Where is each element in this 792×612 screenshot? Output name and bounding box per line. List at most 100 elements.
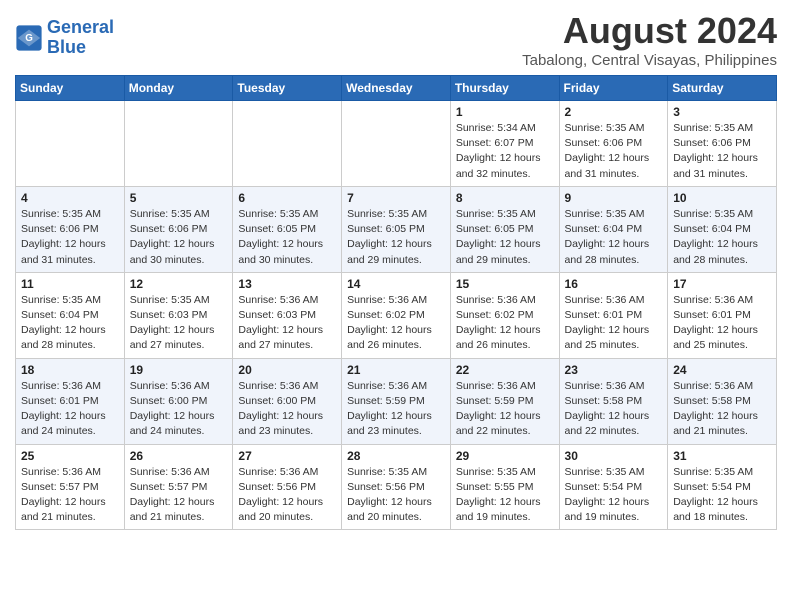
day-cell: 15 Sunrise: 5:36 AM Sunset: 6:02 PM Dayli… xyxy=(450,272,559,358)
location: Tabalong, Central Visayas, Philippines xyxy=(522,52,777,69)
day-cell: 30 Sunrise: 5:35 AM Sunset: 5:54 PM Dayli… xyxy=(559,444,668,530)
day-cell: 25 Sunrise: 5:36 AM Sunset: 5:57 PM Dayli… xyxy=(16,444,125,530)
logo-text: General Blue xyxy=(47,18,114,58)
logo-line2: Blue xyxy=(47,37,86,57)
day-info: Sunrise: 5:35 AM Sunset: 6:03 PM Dayligh… xyxy=(130,293,228,354)
day-cell: 18 Sunrise: 5:36 AM Sunset: 6:01 PM Dayli… xyxy=(16,358,125,444)
day-number: 8 xyxy=(456,191,554,205)
day-number: 18 xyxy=(21,363,119,377)
day-number: 28 xyxy=(347,449,445,463)
day-info: Sunrise: 5:36 AM Sunset: 5:58 PM Dayligh… xyxy=(673,379,771,440)
day-cell: 13 Sunrise: 5:36 AM Sunset: 6:03 PM Dayli… xyxy=(233,272,342,358)
day-info: Sunrise: 5:36 AM Sunset: 6:02 PM Dayligh… xyxy=(456,293,554,354)
day-info: Sunrise: 5:34 AM Sunset: 6:07 PM Dayligh… xyxy=(456,121,554,182)
day-cell: 19Sunrise: 5:36 AM Sunset: 6:00 PM Dayli… xyxy=(124,358,233,444)
logo-icon: G xyxy=(15,24,43,52)
day-info: Sunrise: 5:35 AM Sunset: 5:55 PM Dayligh… xyxy=(456,465,554,526)
week-row-4: 18 Sunrise: 5:36 AM Sunset: 6:01 PM Dayli… xyxy=(16,358,777,444)
day-number: 19 xyxy=(130,363,228,377)
day-cell: 12 Sunrise: 5:35 AM Sunset: 6:03 PM Dayli… xyxy=(124,272,233,358)
day-cell: 2Sunrise: 5:35 AM Sunset: 6:06 PM Daylig… xyxy=(559,101,668,187)
week-row-5: 25 Sunrise: 5:36 AM Sunset: 5:57 PM Dayli… xyxy=(16,444,777,530)
day-cell: 29 Sunrise: 5:35 AM Sunset: 5:55 PM Dayli… xyxy=(450,444,559,530)
header-day-monday: Monday xyxy=(124,76,233,101)
day-info: Sunrise: 5:35 AM Sunset: 6:04 PM Dayligh… xyxy=(21,293,119,354)
day-number: 14 xyxy=(347,277,445,291)
header-day-friday: Friday xyxy=(559,76,668,101)
page-header: G General Blue August 2024 Tabalong, Cen… xyxy=(15,10,777,69)
day-cell: 11Sunrise: 5:35 AM Sunset: 6:04 PM Dayli… xyxy=(16,272,125,358)
day-info: Sunrise: 5:35 AM Sunset: 6:06 PM Dayligh… xyxy=(565,121,663,182)
week-row-1: 1 Sunrise: 5:34 AM Sunset: 6:07 PM Daylig… xyxy=(16,101,777,187)
day-info: Sunrise: 5:35 AM Sunset: 6:06 PM Dayligh… xyxy=(673,121,771,182)
day-info: Sunrise: 5:36 AM Sunset: 6:01 PM Dayligh… xyxy=(565,293,663,354)
day-cell: 7Sunrise: 5:35 AM Sunset: 6:05 PM Daylig… xyxy=(342,186,451,272)
day-number: 21 xyxy=(347,363,445,377)
day-number: 5 xyxy=(130,191,228,205)
day-info: Sunrise: 5:36 AM Sunset: 6:03 PM Dayligh… xyxy=(238,293,336,354)
day-info: Sunrise: 5:36 AM Sunset: 5:59 PM Dayligh… xyxy=(347,379,445,440)
logo-line1: General xyxy=(47,17,114,37)
day-number: 26 xyxy=(130,449,228,463)
day-cell: 28 Sunrise: 5:35 AM Sunset: 5:56 PM Dayli… xyxy=(342,444,451,530)
day-cell: 3Sunrise: 5:35 AM Sunset: 6:06 PM Daylig… xyxy=(668,101,777,187)
logo: G General Blue xyxy=(15,18,114,58)
title-block: August 2024 Tabalong, Central Visayas, P… xyxy=(522,10,777,69)
day-number: 9 xyxy=(565,191,663,205)
day-info: Sunrise: 5:35 AM Sunset: 6:06 PM Dayligh… xyxy=(130,207,228,268)
day-cell: 5 Sunrise: 5:35 AM Sunset: 6:06 PM Daylig… xyxy=(124,186,233,272)
day-info: Sunrise: 5:36 AM Sunset: 5:59 PM Dayligh… xyxy=(456,379,554,440)
day-info: Sunrise: 5:36 AM Sunset: 6:01 PM Dayligh… xyxy=(21,379,119,440)
day-info: Sunrise: 5:35 AM Sunset: 5:56 PM Dayligh… xyxy=(347,465,445,526)
day-cell: 6Sunrise: 5:35 AM Sunset: 6:05 PM Daylig… xyxy=(233,186,342,272)
header-day-saturday: Saturday xyxy=(668,76,777,101)
day-number: 23 xyxy=(565,363,663,377)
day-number: 31 xyxy=(673,449,771,463)
day-number: 6 xyxy=(238,191,336,205)
day-cell: 27Sunrise: 5:36 AM Sunset: 5:56 PM Dayli… xyxy=(233,444,342,530)
day-cell: 17Sunrise: 5:36 AM Sunset: 6:01 PM Dayli… xyxy=(668,272,777,358)
day-cell xyxy=(124,101,233,187)
day-number: 30 xyxy=(565,449,663,463)
day-cell: 10 Sunrise: 5:35 AM Sunset: 6:04 PM Dayli… xyxy=(668,186,777,272)
day-number: 20 xyxy=(238,363,336,377)
day-cell: 14 Sunrise: 5:36 AM Sunset: 6:02 PM Dayli… xyxy=(342,272,451,358)
day-cell: 4Sunrise: 5:35 AM Sunset: 6:06 PM Daylig… xyxy=(16,186,125,272)
day-cell xyxy=(16,101,125,187)
day-info: Sunrise: 5:36 AM Sunset: 5:58 PM Dayligh… xyxy=(565,379,663,440)
day-info: Sunrise: 5:35 AM Sunset: 5:54 PM Dayligh… xyxy=(565,465,663,526)
day-info: Sunrise: 5:35 AM Sunset: 6:04 PM Dayligh… xyxy=(673,207,771,268)
day-cell: 24Sunrise: 5:36 AM Sunset: 5:58 PM Dayli… xyxy=(668,358,777,444)
day-number: 12 xyxy=(130,277,228,291)
day-info: Sunrise: 5:36 AM Sunset: 6:02 PM Dayligh… xyxy=(347,293,445,354)
week-row-2: 4 Sunrise: 5:35 AM Sunset: 6:06 PM Daylig… xyxy=(16,186,777,272)
day-cell xyxy=(342,101,451,187)
header-day-thursday: Thursday xyxy=(450,76,559,101)
day-number: 13 xyxy=(238,277,336,291)
day-number: 10 xyxy=(673,191,771,205)
day-number: 22 xyxy=(456,363,554,377)
svg-text:G: G xyxy=(25,33,33,44)
day-number: 27 xyxy=(238,449,336,463)
day-number: 15 xyxy=(456,277,554,291)
day-number: 25 xyxy=(21,449,119,463)
day-info: Sunrise: 5:35 AM Sunset: 6:04 PM Dayligh… xyxy=(565,207,663,268)
header-day-wednesday: Wednesday xyxy=(342,76,451,101)
day-cell: 20Sunrise: 5:36 AM Sunset: 6:00 PM Dayli… xyxy=(233,358,342,444)
calendar-body: 1 Sunrise: 5:34 AM Sunset: 6:07 PM Daylig… xyxy=(16,101,777,530)
day-cell: 21 Sunrise: 5:36 AM Sunset: 5:59 PM Dayli… xyxy=(342,358,451,444)
day-number: 1 xyxy=(456,105,554,119)
day-info: Sunrise: 5:36 AM Sunset: 5:57 PM Dayligh… xyxy=(130,465,228,526)
day-number: 29 xyxy=(456,449,554,463)
day-cell: 31Sunrise: 5:35 AM Sunset: 5:54 PM Dayli… xyxy=(668,444,777,530)
month-year: August 2024 xyxy=(522,10,777,52)
day-number: 4 xyxy=(21,191,119,205)
calendar-header: SundayMondayTuesdayWednesdayThursdayFrid… xyxy=(16,76,777,101)
day-info: Sunrise: 5:36 AM Sunset: 6:01 PM Dayligh… xyxy=(673,293,771,354)
day-cell: 26 Sunrise: 5:36 AM Sunset: 5:57 PM Dayli… xyxy=(124,444,233,530)
day-number: 16 xyxy=(565,277,663,291)
header-day-tuesday: Tuesday xyxy=(233,76,342,101)
day-info: Sunrise: 5:35 AM Sunset: 6:05 PM Dayligh… xyxy=(456,207,554,268)
day-number: 7 xyxy=(347,191,445,205)
day-info: Sunrise: 5:36 AM Sunset: 5:57 PM Dayligh… xyxy=(21,465,119,526)
